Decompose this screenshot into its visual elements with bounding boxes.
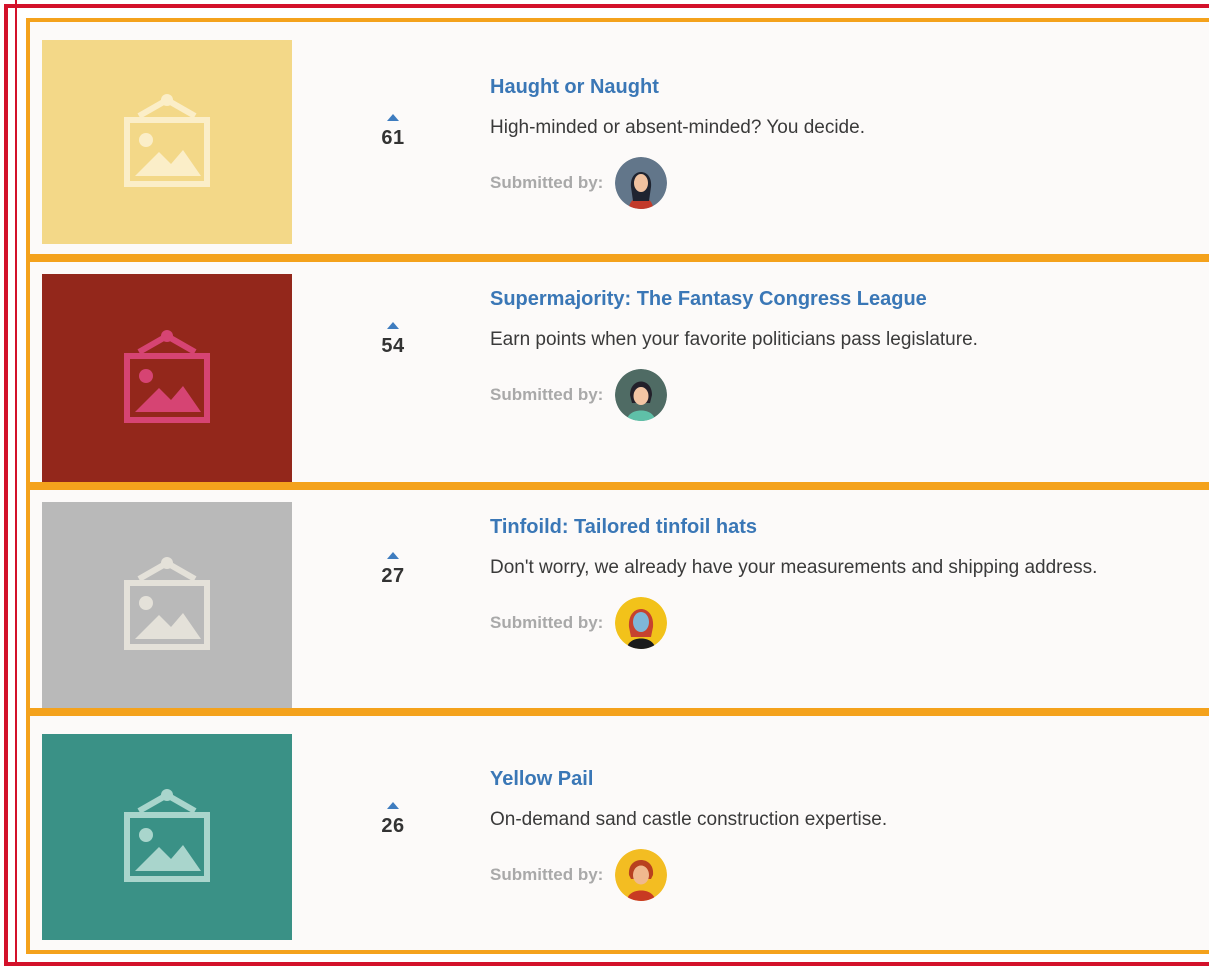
- product-title[interactable]: Yellow Pail: [490, 766, 1192, 792]
- vote-count: 26: [381, 815, 405, 837]
- submitted-by-label: Submitted by:: [490, 385, 604, 404]
- image-placeholder-icon: [124, 557, 210, 650]
- product-description: On-demand sand castle construction exper…: [490, 809, 888, 830]
- submitted-by-label: Submitted by:: [490, 865, 604, 884]
- product-description: Earn points when your favorite politicia…: [490, 329, 978, 350]
- product-item: 54 Supermajority: The Fantasy Congress L…: [26, 258, 1209, 486]
- submitted-by: Submitted by:: [490, 369, 1192, 421]
- submitted-by-label: Submitted by:: [490, 173, 604, 192]
- submitted-by-label: Submitted by:: [490, 613, 604, 632]
- avatar[interactable]: [615, 849, 668, 901]
- product-content: Yellow Pail On-demand sand castle constr…: [490, 766, 1192, 901]
- avatar[interactable]: [615, 369, 668, 421]
- product-thumbnail[interactable]: [42, 274, 292, 482]
- product-thumbnail[interactable]: [42, 502, 292, 708]
- vote-count: 61: [381, 127, 405, 149]
- vote-widget: 26: [358, 802, 428, 838]
- vote-widget: 61: [358, 114, 428, 150]
- vote-widget: 54: [358, 322, 428, 358]
- image-placeholder-icon: [124, 94, 210, 187]
- product-item: 26 Yellow Pail On-demand sand castle con…: [26, 712, 1209, 954]
- product-description: Don't worry, we already have your measur…: [490, 557, 1098, 578]
- avatar[interactable]: [615, 157, 668, 209]
- product-title[interactable]: Haught or Naught: [490, 74, 1192, 100]
- submitted-by: Submitted by:: [490, 597, 1192, 649]
- image-placeholder-icon: [124, 789, 210, 882]
- vote-count: 27: [381, 565, 405, 587]
- product-thumbnail[interactable]: [42, 40, 292, 244]
- submitted-by: Submitted by:: [490, 157, 1192, 209]
- upvote-icon[interactable]: [387, 114, 399, 121]
- vote-widget: 27: [358, 552, 428, 588]
- avatar[interactable]: [615, 597, 668, 649]
- product-description: High-minded or absent-minded? You decide…: [490, 117, 865, 138]
- product-item: 61 Haught or Naught High-minded or absen…: [26, 18, 1209, 258]
- submitted-by: Submitted by:: [490, 849, 1192, 901]
- vote-count: 54: [381, 335, 405, 357]
- container-inner-border: [15, 0, 17, 962]
- product-content: Supermajority: The Fantasy Congress Leag…: [490, 286, 1192, 421]
- product-item: 27 Tinfoild: Tailored tinfoil hats Don't…: [26, 486, 1209, 712]
- upvote-icon[interactable]: [387, 552, 399, 559]
- product-content: Haught or Naught High-minded or absent-m…: [490, 74, 1192, 209]
- product-thumbnail[interactable]: [42, 734, 292, 940]
- image-placeholder-icon: [124, 330, 210, 423]
- product-title[interactable]: Tinfoild: Tailored tinfoil hats: [490, 514, 1192, 540]
- product-title[interactable]: Supermajority: The Fantasy Congress Leag…: [490, 286, 1192, 312]
- product-content: Tinfoild: Tailored tinfoil hats Don't wo…: [490, 514, 1192, 649]
- upvote-icon[interactable]: [387, 322, 399, 329]
- upvote-icon[interactable]: [387, 802, 399, 809]
